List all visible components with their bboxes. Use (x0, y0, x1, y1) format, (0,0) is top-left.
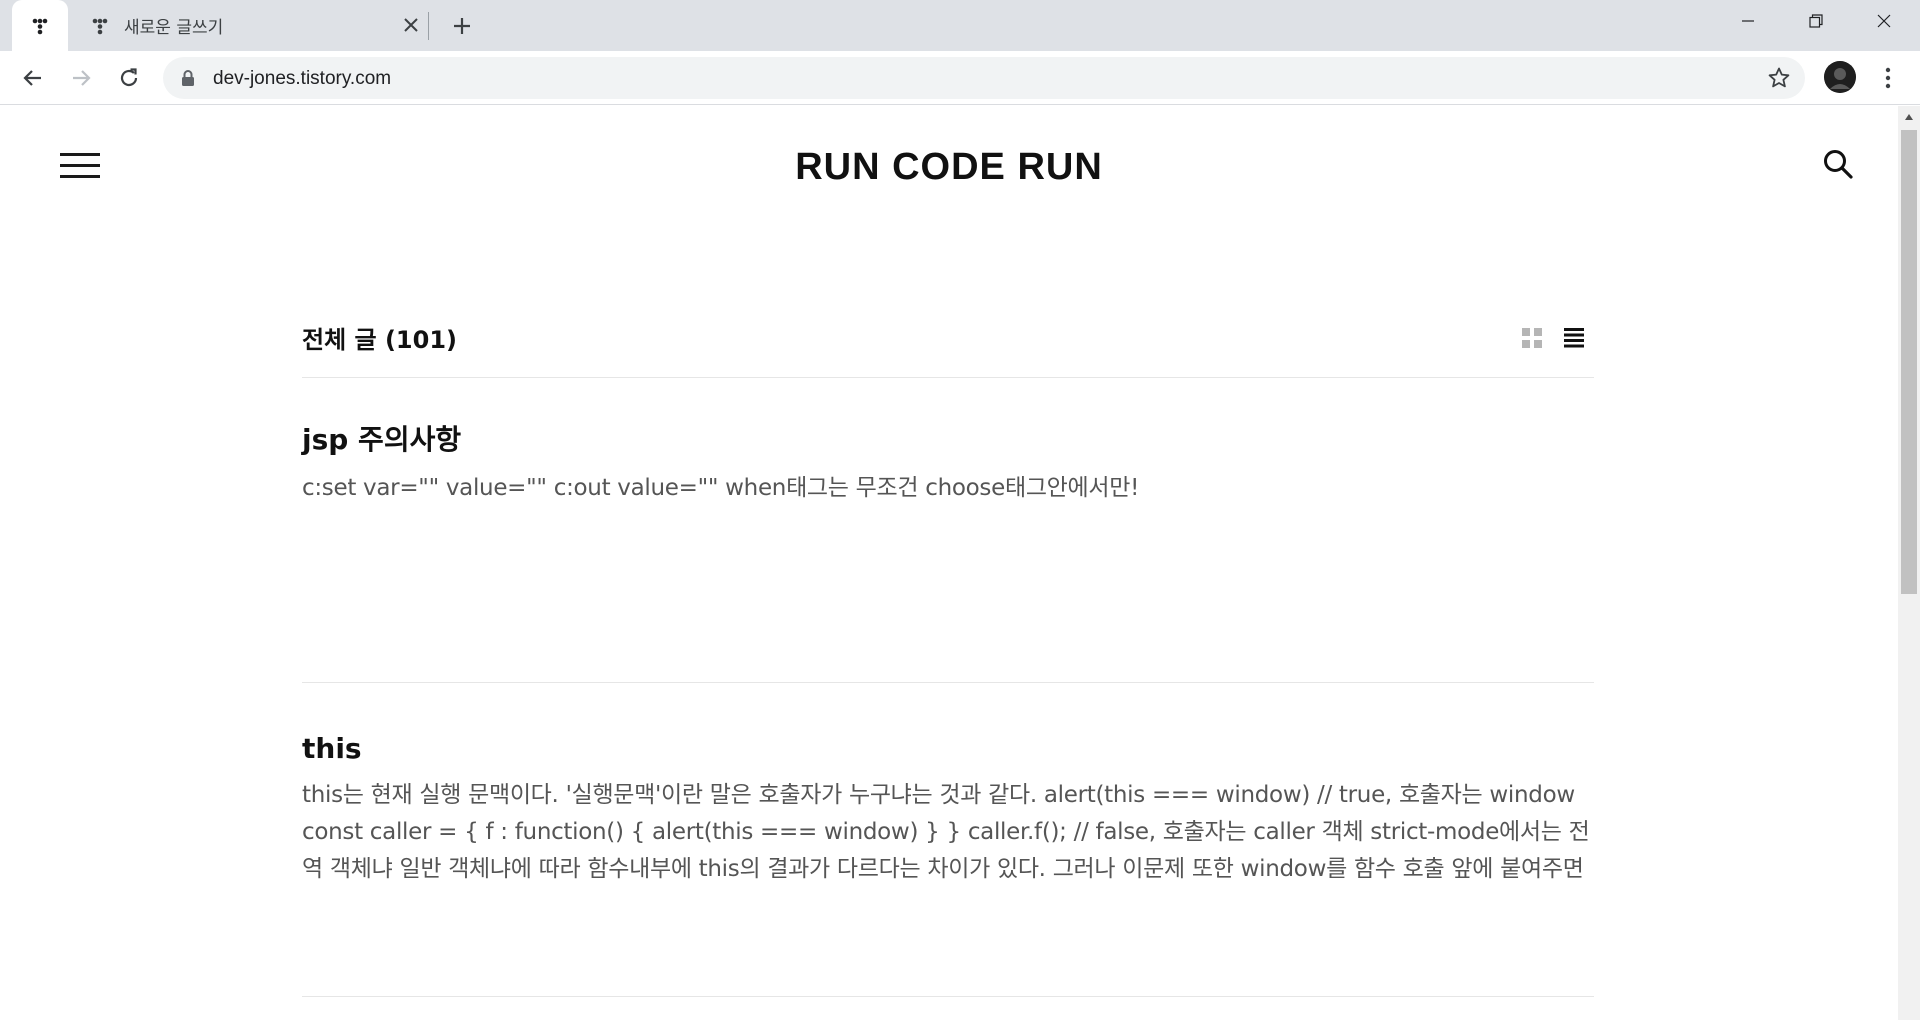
tab-divider (428, 12, 429, 40)
close-icon (1877, 14, 1891, 28)
forward-button[interactable] (64, 61, 98, 95)
reload-icon (120, 68, 138, 87)
minimize-icon (1742, 20, 1754, 22)
profile-avatar[interactable] (1824, 61, 1856, 93)
arrow-left-icon (23, 70, 41, 86)
post-excerpt: this는 현재 실행 문맥이다. '실행문맥'이란 말은 호출자가 누구냐는 … (302, 782, 1590, 882)
restore-button[interactable] (1788, 0, 1844, 42)
post-title[interactable]: this (302, 732, 1594, 765)
restore-icon (1809, 14, 1823, 28)
new-tab-button[interactable] (447, 11, 477, 41)
more-vert-icon (1885, 67, 1891, 89)
post-list-item[interactable]: this this는 현재 실행 문맥이다. '실행문맥'이란 말은 호출자가 … (302, 732, 1594, 997)
post-title[interactable]: jsp 주의사항 (302, 418, 1594, 458)
close-tab-icon[interactable] (400, 14, 422, 36)
tistory-icon (92, 18, 108, 34)
scroll-up-button[interactable] (1898, 106, 1920, 128)
triangle-up-icon (1905, 114, 1913, 120)
grid-view-icon[interactable] (1520, 326, 1544, 350)
arrow-right-icon (73, 70, 91, 86)
search-icon[interactable] (1822, 148, 1854, 180)
back-button[interactable] (16, 61, 50, 95)
reload-button[interactable] (112, 61, 146, 95)
avatar-icon (1824, 61, 1856, 93)
page-viewport: RUN CODE RUN 전체 글 (101) jsp 주의사항 c:set v… (0, 106, 1898, 1020)
tab-title: 새로운 글쓰기 (124, 18, 224, 38)
tistory-icon (32, 18, 48, 34)
close-window-button[interactable] (1856, 0, 1912, 42)
page-scrollbar[interactable] (1898, 106, 1920, 1020)
url-text: dev-jones.tistory.com (213, 68, 392, 89)
browser-toolbar: dev-jones.tistory.com (0, 51, 1920, 105)
address-bar[interactable]: dev-jones.tistory.com (163, 57, 1805, 99)
site-title[interactable]: RUN CODE RUN (0, 146, 1898, 189)
lock-icon (182, 70, 194, 86)
post-excerpt: c:set var="" value="" c:out value="" whe… (302, 475, 1140, 501)
post-list-item[interactable]: jsp 주의사항 c:set var="" value="" c:out val… (302, 418, 1594, 683)
post-count-heading: 전체 글 (101) (302, 326, 457, 354)
browser-menu-button[interactable] (1876, 61, 1900, 95)
browser-tabstrip: 새로운 글쓰기 (0, 0, 1920, 51)
bookmark-star-icon[interactable] (1767, 66, 1791, 90)
minimize-button[interactable] (1720, 0, 1776, 42)
browser-tab-new-post[interactable]: 새로운 글쓰기 (86, 0, 428, 51)
post-list-header: 전체 글 (101) (302, 312, 1594, 378)
browser-tab-active[interactable] (12, 0, 68, 51)
scrollbar-thumb[interactable] (1901, 130, 1917, 594)
plus-icon (454, 18, 470, 34)
list-view-icon[interactable] (1562, 326, 1586, 350)
